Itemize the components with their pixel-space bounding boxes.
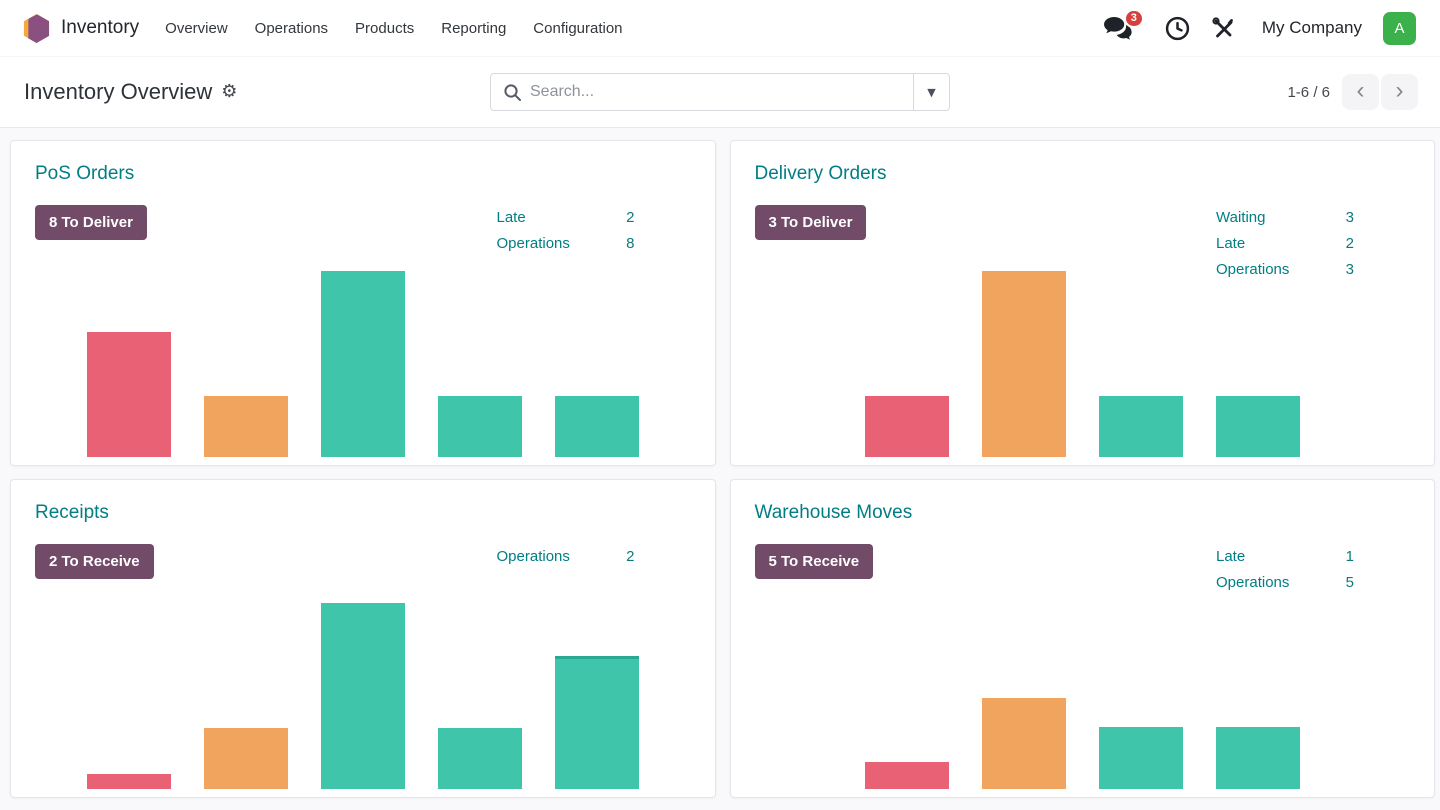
- caret-down-icon: ▼: [927, 85, 936, 99]
- chevron-left-icon: ‹: [1356, 76, 1365, 104]
- card-title-link[interactable]: Delivery Orders: [755, 163, 1411, 185]
- stat-filter-link[interactable]: Late: [1216, 544, 1245, 570]
- chart-bar[interactable]: [203, 396, 288, 457]
- to-receive-button[interactable]: 5 To Receive: [754, 544, 874, 579]
- messages-count-badge: 3: [1123, 8, 1144, 28]
- chart-bar[interactable]: [437, 396, 522, 457]
- card-receipts: Receipts 2 To Receive Operations 2: [10, 479, 716, 798]
- menu-configuration[interactable]: Configuration: [533, 14, 622, 43]
- chart-bar[interactable]: [86, 332, 171, 457]
- chart-bar[interactable]: [981, 698, 1066, 789]
- stat-value: 1: [1345, 548, 1354, 565]
- control-panel: Inventory Overview ⚙ ▼ 1-6 / 6 ‹ ›: [0, 57, 1440, 128]
- chart-bar[interactable]: [864, 396, 949, 457]
- pager-next-button[interactable]: ›: [1381, 74, 1418, 110]
- chart-bar[interactable]: [1215, 727, 1300, 789]
- stat-row: Operations 5: [1216, 570, 1354, 596]
- stat-value: 8: [626, 235, 635, 252]
- stat-row: Late 2: [1216, 231, 1354, 257]
- chart-bar[interactable]: [864, 762, 949, 789]
- activities-button[interactable]: [1165, 16, 1190, 41]
- menu-products[interactable]: Products: [355, 14, 414, 43]
- stat-value: 3: [1345, 209, 1354, 226]
- gear-icon[interactable]: ⚙: [221, 83, 237, 101]
- page-title: Inventory Overview: [24, 79, 213, 104]
- search-bar: ▼: [490, 73, 950, 111]
- chart-bar[interactable]: [1098, 396, 1183, 457]
- stat-filter-link[interactable]: Late: [1216, 231, 1245, 257]
- app-switcher[interactable]: Inventory: [22, 13, 139, 44]
- crossed-tools-icon: [1211, 16, 1235, 40]
- stat-filter-link[interactable]: Operations: [497, 544, 570, 570]
- operations-bar-chart: [11, 603, 715, 789]
- systray: 3 My Company A: [1103, 8, 1416, 45]
- stat-row: Late 1: [1216, 544, 1354, 570]
- stat-value: 2: [1345, 235, 1354, 252]
- stat-value: 5: [1345, 574, 1354, 591]
- chart-bar[interactable]: [203, 728, 288, 789]
- clock-icon: [1165, 16, 1190, 41]
- search-dropdown-toggle[interactable]: ▼: [913, 74, 949, 110]
- card-stats: Late 1 Operations 5: [1216, 544, 1354, 596]
- stat-value: 2: [626, 209, 635, 226]
- to-deliver-button[interactable]: 8 To Deliver: [35, 205, 147, 240]
- chevron-right-icon: ›: [1395, 76, 1404, 104]
- chart-bar[interactable]: [554, 396, 639, 457]
- to-receive-button[interactable]: 2 To Receive: [35, 544, 154, 579]
- card-pos-orders: PoS Orders 8 To Deliver Late 2 Operations 8: [10, 140, 716, 466]
- user-avatar[interactable]: A: [1383, 11, 1416, 45]
- operations-bar-chart: [731, 698, 1435, 789]
- stat-filter-link[interactable]: Operations: [497, 231, 570, 257]
- dashboard-grid: PoS Orders 8 To Deliver Late 2 Operations 8…: [0, 128, 1440, 810]
- main-menu: Overview Operations Products Reporting C…: [165, 14, 622, 43]
- chart-bar[interactable]: [320, 603, 405, 789]
- search-input[interactable]: [530, 83, 913, 101]
- company-selector[interactable]: My Company: [1262, 18, 1362, 38]
- card-title-link[interactable]: Receipts: [35, 502, 691, 524]
- tools-button[interactable]: [1211, 16, 1235, 40]
- card-title-link[interactable]: Warehouse Moves: [755, 502, 1411, 524]
- chart-bar[interactable]: [554, 656, 639, 789]
- menu-overview[interactable]: Overview: [165, 14, 228, 43]
- chart-bar[interactable]: [981, 271, 1066, 457]
- card-stats: Operations 2: [497, 544, 635, 570]
- operations-bar-chart: [11, 271, 715, 457]
- chart-bar[interactable]: [1098, 727, 1183, 789]
- stat-row: Waiting 3: [1216, 205, 1354, 231]
- menu-operations[interactable]: Operations: [255, 14, 328, 43]
- menu-reporting[interactable]: Reporting: [441, 14, 506, 43]
- pager-previous-button[interactable]: ‹: [1342, 74, 1379, 110]
- chart-bar[interactable]: [1215, 396, 1300, 457]
- operations-bar-chart: [731, 271, 1435, 457]
- chart-bar[interactable]: [320, 271, 405, 457]
- app-name[interactable]: Inventory: [61, 17, 139, 39]
- card-stats: Late 2 Operations 8: [497, 205, 635, 257]
- search-icon: [503, 83, 522, 102]
- stat-row: Late 2: [497, 205, 635, 231]
- card-warehouse-moves: Warehouse Moves 5 To Receive Late 1 Operat…: [729, 479, 1435, 798]
- messages-button[interactable]: 3: [1103, 8, 1144, 41]
- pager-range: 1-6 / 6: [1287, 83, 1330, 101]
- chart-bar[interactable]: [437, 728, 522, 789]
- to-deliver-button[interactable]: 3 To Deliver: [754, 205, 867, 240]
- stat-row: Operations 8: [497, 231, 635, 257]
- stat-filter-link[interactable]: Waiting: [1216, 205, 1265, 231]
- pager: 1-6 / 6 ‹ ›: [1287, 74, 1418, 110]
- card-delivery-orders: Delivery Orders 3 To Deliver Waiting 3 Lat…: [729, 140, 1435, 466]
- top-navbar: Inventory Overview Operations Products R…: [0, 0, 1440, 57]
- stat-filter-link[interactable]: Late: [497, 205, 526, 231]
- stat-filter-link[interactable]: Operations: [1216, 570, 1289, 596]
- stat-value: 2: [626, 548, 635, 565]
- stat-row: Operations 2: [497, 544, 635, 570]
- chart-bar[interactable]: [86, 774, 171, 789]
- card-title-link[interactable]: PoS Orders: [35, 163, 691, 185]
- inventory-app-icon: [22, 13, 51, 44]
